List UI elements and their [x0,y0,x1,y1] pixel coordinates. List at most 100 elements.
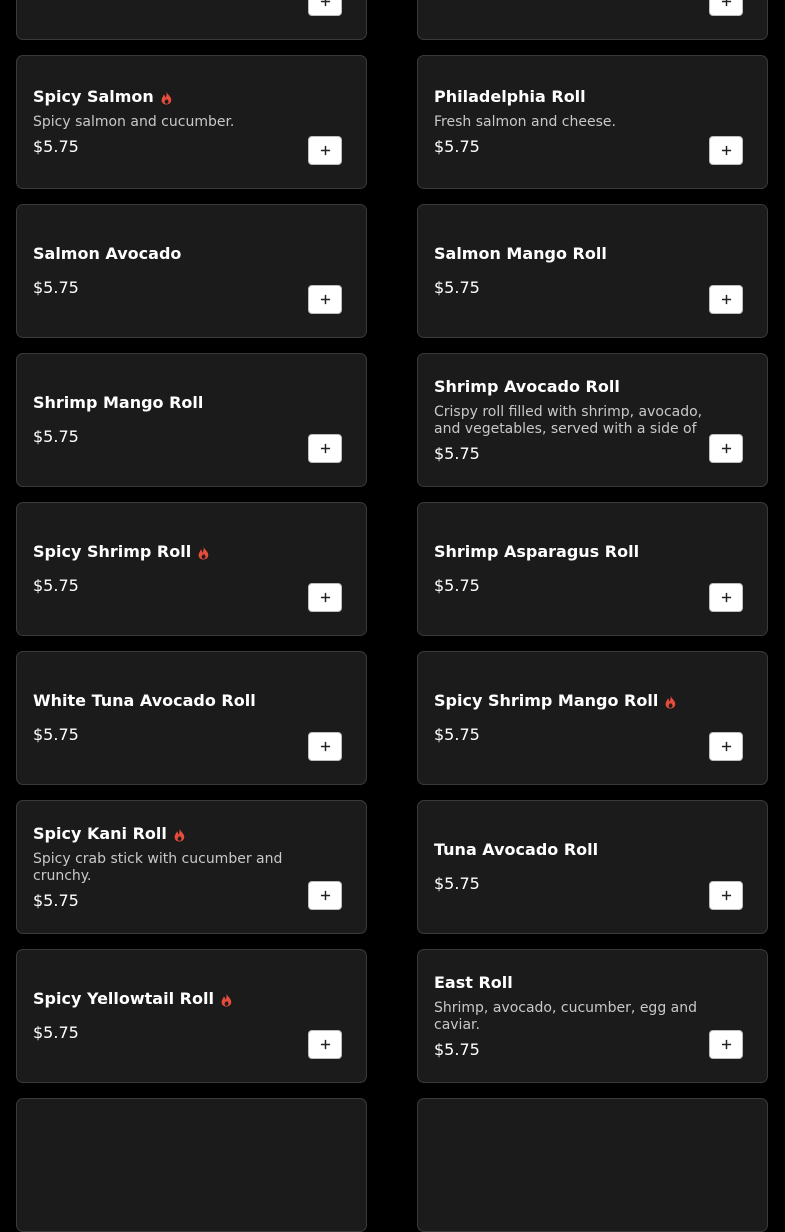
plus-icon [721,294,732,305]
menu-item-name-row: Spicy Kani Roll [33,824,326,844]
menu-item-name-row: Salmon Mango Roll [434,244,727,264]
add-to-cart-button[interactable] [308,285,342,314]
flame-icon [160,90,173,105]
plus-icon [320,890,331,901]
plus-icon [320,592,331,603]
flame-icon [664,694,677,709]
plus-icon [320,741,331,752]
menu-item-price: $5.75 [434,137,480,156]
menu-item-name: Tuna Avocado Roll [434,840,599,859]
menu-item-price: $5.75 [33,890,79,910]
menu-item-price: $5.75 [434,443,480,463]
menu-item-card[interactable] [16,0,367,40]
add-to-cart-button[interactable] [308,732,342,761]
menu-item-body: Spicy Shrimp Roll $5.75 [33,503,326,635]
menu-item-body: East Roll Shrimp, avocado, cucumber, egg … [434,950,727,1082]
menu-item-card[interactable]: $5.75 [417,0,768,40]
menu-item-name: Spicy Yellowtail Roll [33,989,214,1008]
menu-item-body: Shrimp Mango Roll $5.75 [33,354,326,486]
menu-item-name: White Tuna Avocado Roll [33,691,256,710]
menu-item-description: Spicy crab stick with cucumber and crunc… [33,850,283,884]
menu-item-card[interactable]: Spicy Shrimp Mango Roll $5.75 [417,651,768,785]
menu-item-card[interactable]: Salmon Avocado $5.75 [16,204,367,338]
plus-icon [721,741,732,752]
menu-item-price: $5.75 [33,1023,79,1042]
menu-item-body [434,1099,727,1231]
menu-item-card[interactable]: Shrimp Avocado Roll Crispy roll filled wi… [417,353,768,487]
menu-item-body: Spicy Shrimp Mango Roll $5.75 [434,652,727,784]
add-to-cart-button[interactable] [709,0,743,16]
menu-item-price: $5.75 [434,874,480,893]
menu-item-name-row: White Tuna Avocado Roll [33,691,326,711]
menu-item-body: Salmon Avocado $5.75 [33,205,326,337]
add-to-cart-button[interactable] [709,285,743,314]
add-to-cart-button[interactable] [709,881,743,910]
menu-item-card[interactable]: Salmon Mango Roll $5.75 [417,204,768,338]
add-to-cart-button[interactable] [308,136,342,165]
menu-item-name: Salmon Mango Roll [434,244,607,263]
add-to-cart-button[interactable] [709,1030,743,1059]
menu-item-price: $5.75 [33,137,79,156]
plus-icon [721,443,732,454]
menu-item-name-row: Philadelphia Roll [434,87,727,107]
flame-icon [173,827,186,841]
plus-icon [721,592,732,603]
menu-item-card[interactable]: Spicy Shrimp Roll $5.75 [16,502,367,636]
add-to-cart-button[interactable] [308,434,342,463]
add-to-cart-button[interactable] [709,732,743,761]
plus-icon [320,0,331,7]
menu-item-card[interactable] [16,1098,367,1232]
menu-item-card[interactable]: Spicy Salmon Spicy salmon and cucumber. $5… [16,55,367,189]
menu-grid: $5.75 Spicy Salmon Spicy salmon and cucumb… [0,0,785,1232]
menu-item-name: East Roll [434,972,513,992]
flame-icon [220,992,233,1007]
menu-item-name: Shrimp Avocado Roll [434,376,620,396]
menu-item-price: $5.75 [33,427,79,446]
menu-item-description: Spicy salmon and cucumber. [33,114,235,130]
menu-item-name: Spicy Shrimp Mango Roll [434,691,659,710]
menu-item-body: Tuna Avocado Roll $5.75 [434,801,727,933]
add-to-cart-button[interactable] [308,1030,342,1059]
menu-item-body [33,0,326,39]
add-to-cart-button[interactable] [709,583,743,612]
menu-item-body: Salmon Mango Roll $5.75 [434,205,727,337]
menu-item-card[interactable]: East Roll Shrimp, avocado, cucumber, egg … [417,949,768,1083]
menu-item-description: Shrimp, avocado, cucumber, egg and cavia… [434,999,697,1033]
plus-icon [721,0,732,7]
plus-icon [320,443,331,454]
add-to-cart-button[interactable] [709,136,743,165]
menu-item-description: Fresh salmon and cheese. [434,114,616,130]
menu-item-name-row: Spicy Yellowtail Roll [33,989,326,1009]
menu-item-name: Shrimp Mango Roll [33,393,204,412]
menu-item-price: $5.75 [33,725,79,744]
menu-item-name-row: Tuna Avocado Roll [434,840,727,860]
menu-item-price: $5.75 [434,725,480,744]
menu-item-card[interactable]: Shrimp Mango Roll $5.75 [16,353,367,487]
menu-item-card[interactable]: Shrimp Asparagus Roll $5.75 [417,502,768,636]
menu-item-card[interactable] [417,1098,768,1232]
menu-item-card[interactable]: Spicy Yellowtail Roll $5.75 [16,949,367,1083]
menu-item-name-row: Spicy Shrimp Roll [33,542,326,562]
menu-item-price: $5.75 [434,576,480,595]
menu-item-price: $5.75 [33,576,79,595]
menu-item-body: White Tuna Avocado Roll $5.75 [33,652,326,784]
add-to-cart-button[interactable] [308,583,342,612]
plus-icon [320,145,331,156]
add-to-cart-button[interactable] [308,0,342,16]
add-to-cart-button[interactable] [709,434,743,463]
menu-item-card[interactable]: Spicy Kani Roll Spicy crab stick with cuc… [16,800,367,934]
add-to-cart-button[interactable] [308,881,342,910]
menu-item-card[interactable]: Philadelphia Roll Fresh salmon and cheese… [417,55,768,189]
menu-item-price: $5.75 [434,278,480,297]
menu-item-body: Shrimp Asparagus Roll $5.75 [434,503,727,635]
menu-item-card[interactable]: Tuna Avocado Roll $5.75 [417,800,768,934]
menu-item-name-row: East Roll [434,973,727,993]
menu-item-name: Spicy Shrimp Roll [33,542,192,561]
menu-item-name: Shrimp Asparagus Roll [434,542,640,561]
menu-item-body: Philadelphia Roll Fresh salmon and cheese… [434,56,727,188]
menu-item-body: Spicy Kani Roll Spicy crab stick with cuc… [33,801,326,933]
menu-item-card[interactable]: White Tuna Avocado Roll $5.75 [16,651,367,785]
menu-item-body: Spicy Salmon Spicy salmon and cucumber. $5… [33,56,326,188]
plus-icon [721,145,732,156]
menu-item-name-row: Shrimp Asparagus Roll [434,542,727,562]
